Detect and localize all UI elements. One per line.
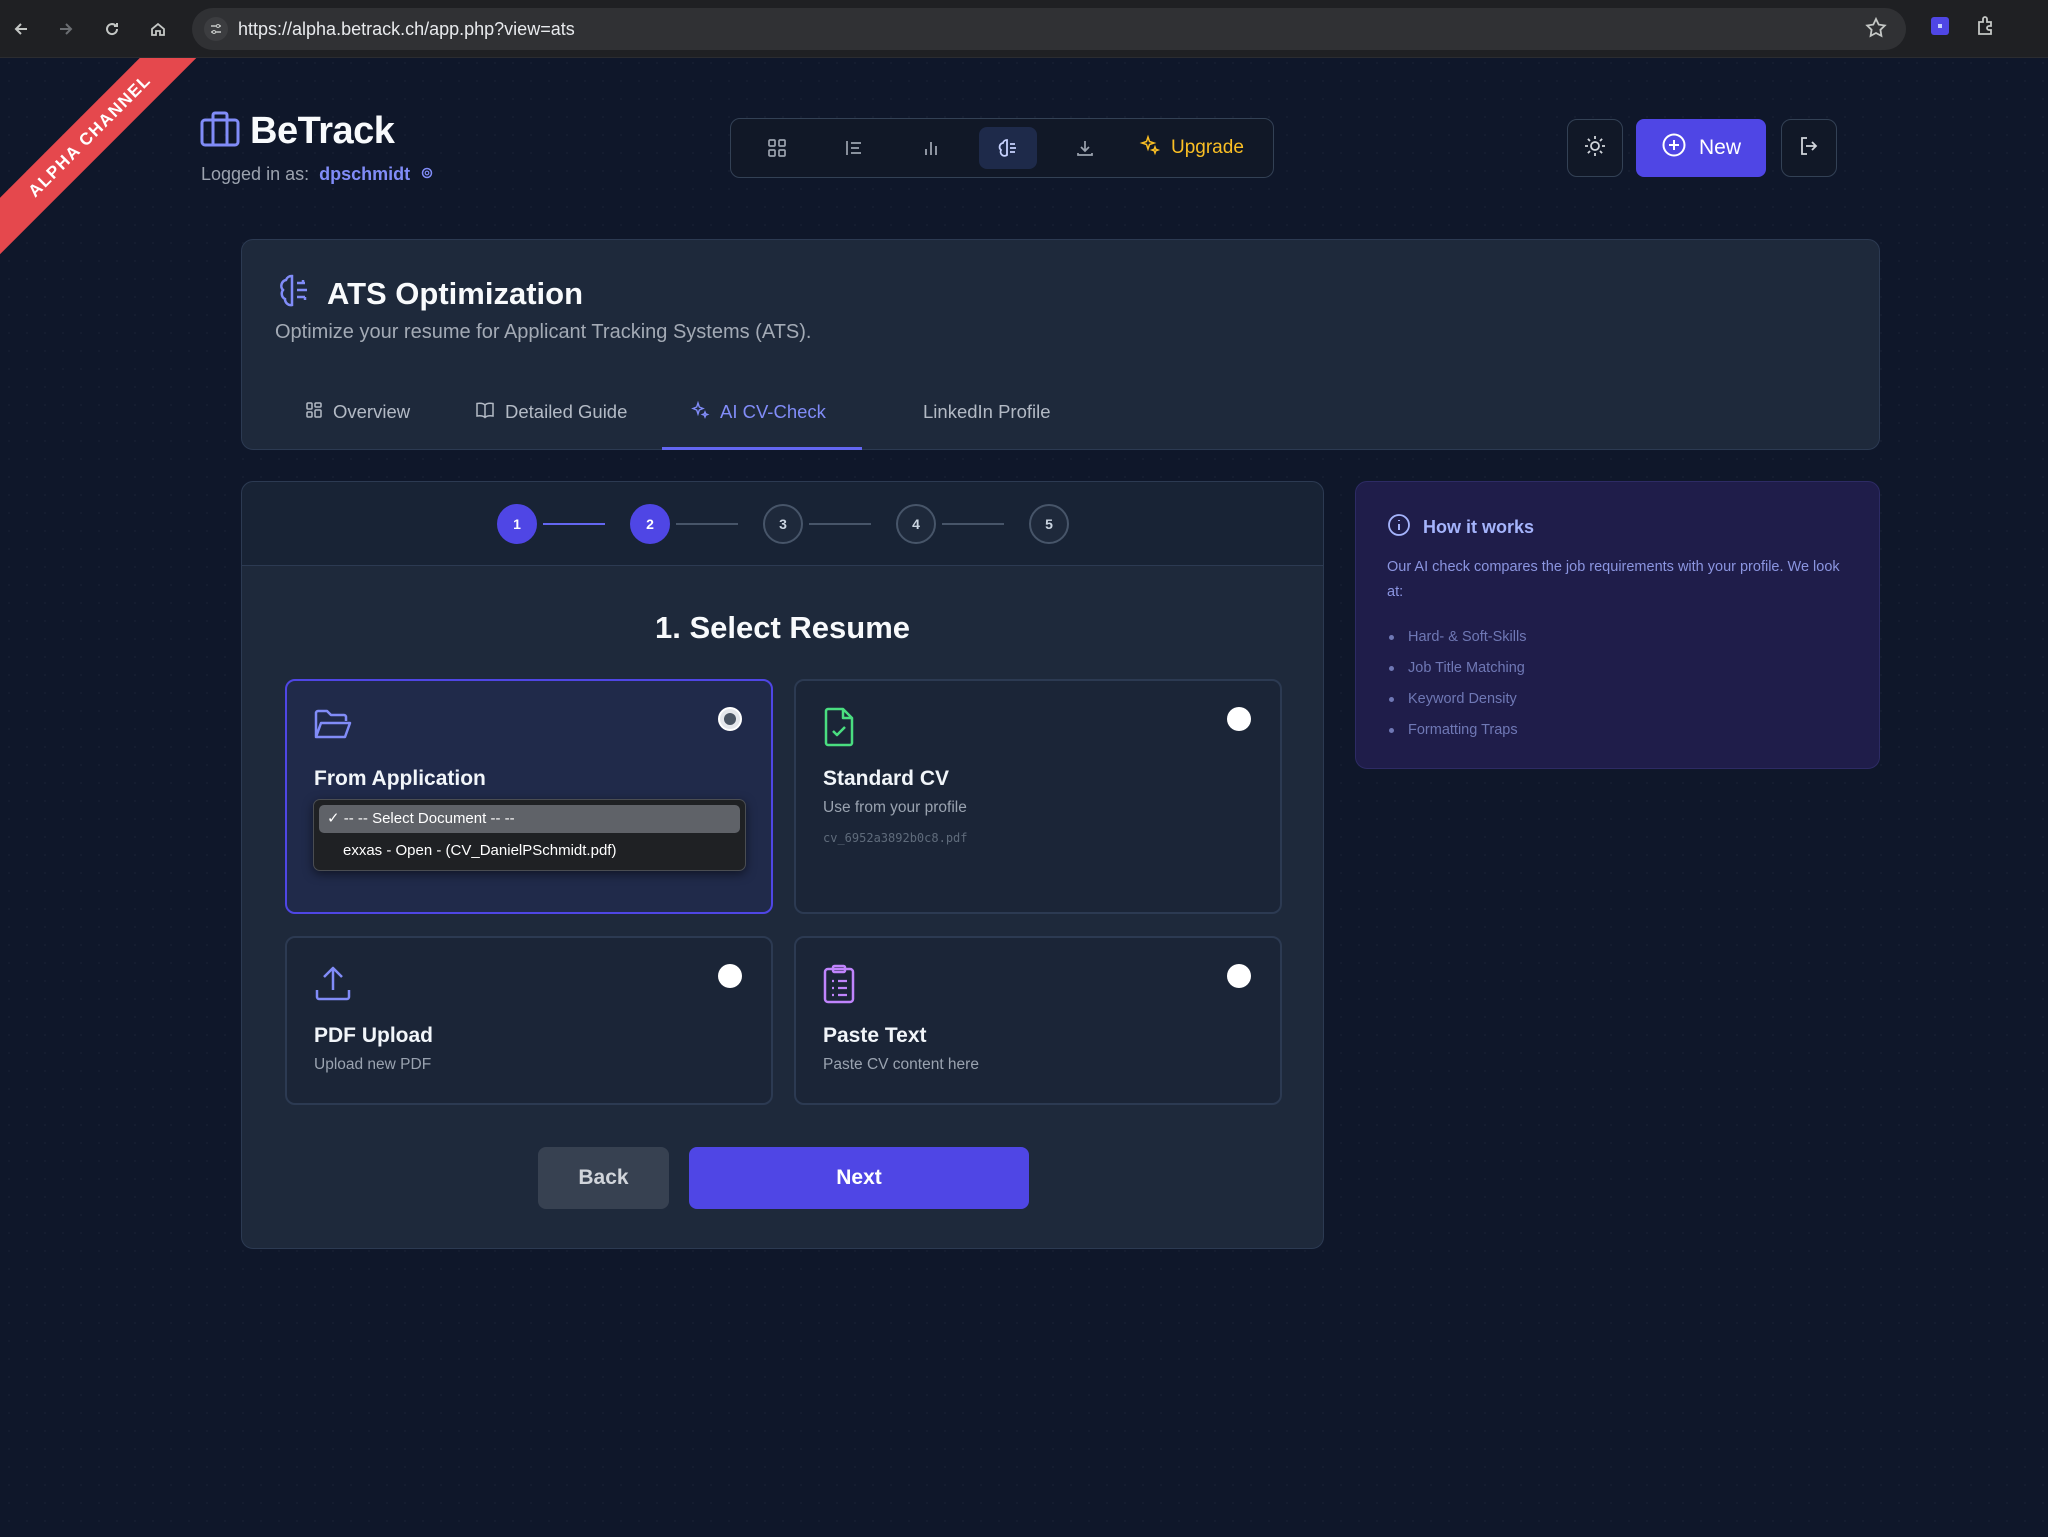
option-pdf-upload[interactable]: PDF Upload Upload new PDF — [285, 936, 773, 1105]
ats-header-card: ATS Optimization Optimize your resume fo… — [241, 239, 1880, 450]
option-title: From Application — [314, 767, 486, 790]
settings-gear-icon[interactable] — [420, 164, 434, 185]
clipboard-list-icon — [822, 964, 856, 1009]
dropdown-option-selected[interactable]: ✓ -- -- Select Document -- -- — [319, 805, 740, 833]
upload-icon — [313, 964, 353, 1007]
cv-check-wizard: 1 2 3 4 5 1. Select Resume From Applicat… — [241, 481, 1324, 1249]
extension-icon[interactable] — [1928, 14, 1952, 43]
briefcase-icon — [200, 111, 240, 152]
option-standard-cv[interactable]: Standard CV Use from your profile cv_695… — [794, 679, 1282, 914]
upgrade-button[interactable]: Upgrade — [1139, 127, 1244, 169]
option-radio[interactable] — [1227, 964, 1251, 988]
home-icon[interactable] — [143, 14, 173, 44]
ats-tabs: Overview Detailed Guide AI CV-Check Link… — [242, 375, 1879, 451]
step-connector — [942, 523, 1004, 525]
logged-in-info: Logged in as: dpschmidt — [201, 164, 434, 185]
book-open-icon — [475, 401, 495, 424]
folder-open-icon — [313, 707, 353, 748]
step-connector — [809, 523, 871, 525]
step-title: 1. Select Resume — [654, 610, 911, 645]
brand[interactable]: BeTrack — [200, 110, 395, 153]
reload-icon[interactable] — [97, 14, 127, 44]
new-label: New — [1698, 136, 1741, 159]
step-connector — [543, 523, 605, 525]
tab-label: LinkedIn Profile — [923, 401, 1051, 422]
option-title: Standard CV — [823, 767, 950, 790]
file-check-icon — [822, 707, 856, 752]
tab-label: Overview — [333, 401, 411, 422]
browser-toolbar: https://alpha.betrack.ch/app.php?view=at… — [0, 0, 2048, 58]
extensions-puzzle-icon[interactable] — [1974, 14, 1998, 43]
new-button[interactable]: New — [1636, 119, 1766, 177]
nav-download-icon[interactable] — [1056, 127, 1114, 169]
back-arrow-icon[interactable] — [6, 14, 36, 44]
info-icon — [1387, 513, 1411, 542]
sparkles-icon — [690, 400, 710, 425]
tab-detailed-guide[interactable]: Detailed Guide — [475, 375, 627, 449]
tab-overview[interactable]: Overview — [305, 375, 410, 449]
how-it-works-card: How it works Our AI check compares the j… — [1355, 481, 1880, 769]
step-1: 1 — [497, 504, 537, 544]
option-from-application[interactable]: From Application ✓ -- -- Select Document… — [285, 679, 773, 914]
option-title: PDF Upload — [314, 1024, 433, 1047]
option-title: Paste Text — [823, 1024, 927, 1047]
nav-ats-brain-icon[interactable] — [979, 127, 1037, 169]
tab-label: AI CV-Check — [720, 401, 826, 422]
list-item: Formatting Traps — [1387, 715, 1526, 746]
page-subtitle: Optimize your resume for Applicant Track… — [275, 321, 812, 343]
theme-toggle-button[interactable] — [1567, 119, 1623, 177]
logout-icon — [1797, 134, 1821, 163]
step-2: 2 — [630, 504, 670, 544]
address-bar[interactable]: https://alpha.betrack.ch/app.php?view=at… — [192, 8, 1906, 50]
dropdown-option[interactable]: exxas - Open - (CV_DanielPSchmidt.pdf) — [343, 838, 616, 864]
bookmark-star-icon[interactable] — [1864, 16, 1888, 45]
option-description: Upload new PDF — [314, 1056, 432, 1073]
tab-label: Detailed Guide — [505, 401, 628, 422]
page-title: ATS Optimization — [327, 275, 584, 311]
site-settings-icon[interactable] — [204, 17, 228, 41]
list-item: Keyword Density — [1387, 684, 1526, 715]
active-tab-indicator — [662, 447, 862, 450]
back-button[interactable]: Back — [538, 1147, 669, 1209]
document-select-dropdown[interactable]: ✓ -- -- Select Document -- -- exxas - Op… — [313, 799, 746, 871]
alpha-channel-ribbon: ALPHA CHANNEL — [0, 58, 210, 257]
url-text: https://alpha.betrack.ch/app.php?view=at… — [238, 19, 575, 39]
info-title: How it works — [1423, 517, 1535, 537]
option-description: Use from your profile — [823, 799, 967, 816]
grid-icon — [305, 401, 323, 424]
option-paste-text[interactable]: Paste Text Paste CV content here — [794, 936, 1282, 1105]
list-item: Hard- & Soft-Skills — [1387, 622, 1526, 653]
info-list: Hard- & Soft-Skills Job Title Matching K… — [1387, 622, 1526, 746]
option-filename: cv_6952a3892b0c8.pdf — [823, 831, 968, 845]
main-nav: Upgrade — [730, 118, 1274, 178]
step-4: 4 — [896, 504, 936, 544]
brand-name: BeTrack — [250, 110, 395, 152]
list-item: Job Title Matching — [1387, 653, 1526, 684]
nav-dashboard-grid-icon[interactable] — [748, 127, 806, 169]
tab-linkedin-profile[interactable]: LinkedIn Profile — [923, 375, 1051, 449]
sun-icon — [1583, 134, 1607, 163]
logged-in-label: Logged in as: — [201, 164, 310, 184]
option-radio[interactable] — [718, 964, 742, 988]
option-radio[interactable] — [1227, 707, 1251, 731]
option-radio[interactable] — [718, 707, 742, 731]
upgrade-label: Upgrade — [1171, 137, 1244, 158]
logout-button[interactable] — [1781, 119, 1837, 177]
step-3: 3 — [763, 504, 803, 544]
nav-list-icon[interactable] — [825, 127, 883, 169]
nav-stats-chart-icon[interactable] — [902, 127, 960, 169]
brain-icon — [275, 272, 313, 315]
info-text: Our AI check compares the job requiremen… — [1387, 559, 1840, 600]
username-link[interactable]: dpschmidt — [319, 164, 410, 185]
next-button[interactable]: Next — [689, 1147, 1029, 1209]
sparkles-icon — [1139, 134, 1161, 162]
step-connector — [676, 523, 738, 525]
option-description: Paste CV content here — [823, 1056, 979, 1073]
step-5: 5 — [1029, 504, 1069, 544]
plus-circle-icon — [1661, 132, 1687, 164]
tab-ai-cv-check[interactable]: AI CV-Check — [690, 375, 826, 449]
step-progress: 1 2 3 4 5 — [242, 482, 1323, 566]
forward-arrow-icon[interactable] — [51, 14, 81, 44]
